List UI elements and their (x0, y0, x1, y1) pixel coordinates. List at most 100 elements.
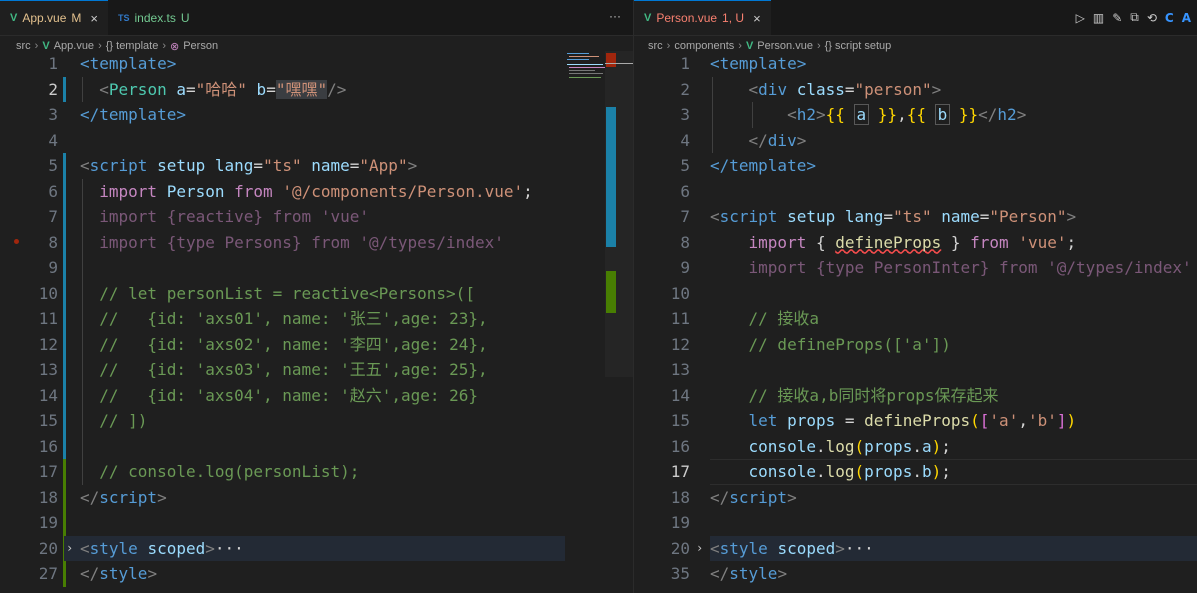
left-code-area[interactable]: 1 <template> 2 <Person a="哈哈" b="嘿嘿"/> 3 <… (0, 51, 633, 587)
open-preview-icon[interactable]: ⧉ (1130, 10, 1139, 25)
code-line: 3 </template> (0, 102, 633, 128)
tab-status-badge: U (180, 10, 190, 25)
typescript-file-icon: TS (117, 12, 130, 23)
tab-person-vue[interactable]: V Person.vue 1, U × (634, 0, 771, 35)
code-text: // {id: 'axs04', name: '赵六',age: 26} (99, 385, 479, 405)
line-number: 18 (38, 487, 58, 507)
code-text: // {id: 'axs03', name: '王五',age: 25}, (99, 360, 488, 379)
line-number: 15 (670, 411, 690, 430)
left-tab-bar: V App.vue M × TS index.ts U ··· (0, 0, 633, 36)
line-number: 18 (670, 487, 690, 507)
code-text: </style> (80, 564, 158, 583)
code-text: import {reactive} from 'vue' (99, 207, 369, 226)
code-line: 2 <div class="person"> (634, 77, 1197, 103)
code-line: 13 // {id: 'axs03', name: '王五',age: 25}, (0, 357, 633, 383)
code-line: 18 </script> (634, 485, 1197, 511)
code-text: <style scoped>··· (710, 538, 874, 558)
code-line: 13 (634, 357, 1197, 383)
code-text: // 接收a (748, 309, 820, 328)
code-text: <template> (710, 54, 807, 73)
editor-actions: ▷ ▥ ✎ ⧉ ⟲ C A (1076, 0, 1197, 35)
line-number: 2 (48, 79, 58, 99)
code-text: </template> (80, 105, 186, 124)
code-text: // {id: 'axs01', name: '张三',age: 23}, (99, 309, 488, 328)
code-text: import { defineProps } from 'vue'; (748, 232, 1077, 252)
line-number: 10 (670, 283, 690, 303)
code-text: </script> (710, 487, 797, 507)
code-text: import {type Persons} from '@/types/inde… (99, 232, 504, 252)
line-number: 6 (48, 181, 58, 201)
vue-file-icon: V (644, 12, 652, 24)
left-editor-group: V App.vue M × TS index.ts U ··· src › V … (0, 0, 634, 593)
line-number: 14 (670, 385, 690, 405)
copilot-icon[interactable]: C (1165, 11, 1174, 25)
chevron-right-icon[interactable]: › (696, 536, 703, 562)
code-line: 15 let props = defineProps(['a','b']) (634, 408, 1197, 434)
line-number: 13 (38, 360, 58, 379)
line-number: 17 (38, 462, 58, 481)
line-number: 8 (48, 232, 58, 252)
line-number: 16 (38, 436, 58, 456)
line-number: 27 (38, 564, 58, 583)
folded-ellipsis[interactable]: ··· (215, 539, 244, 558)
right-tab-bar: V Person.vue 1, U × ▷ ▥ ✎ ⧉ ⟲ C A (634, 0, 1197, 36)
code-text: </style> (710, 564, 788, 583)
code-line: 8 import {type Persons} from '@/types/in… (0, 230, 633, 256)
close-icon[interactable]: × (753, 11, 761, 26)
code-text: let props = defineProps(['a','b']) (748, 411, 1077, 430)
code-text: </div> (748, 130, 807, 150)
line-number: 19 (38, 513, 58, 532)
more-actions-icon[interactable]: ··· (609, 9, 621, 23)
line-number: 2 (680, 79, 690, 99)
code-line-folded: › 20 <style scoped>··· (634, 535, 1197, 562)
right-code-area[interactable]: 1 <template> 2 <div class="person"> 3 <h2… (634, 51, 1197, 587)
code-line: 14 // 接收a,b同时将props保存起来 (634, 383, 1197, 409)
code-line-current: 17 console.log(props.b); (634, 459, 1197, 485)
line-number: 3 (680, 105, 690, 124)
line-number: 6 (680, 181, 690, 201)
line-number: 4 (48, 130, 58, 150)
code-line: 12 // defineProps(['a']) (634, 332, 1197, 358)
close-icon[interactable]: × (90, 11, 98, 26)
vertical-scrollbar[interactable] (605, 51, 633, 377)
code-line: 1 <template> (0, 51, 633, 77)
code-line: 16 console.log(props.a); (634, 434, 1197, 460)
code-line: 19 (0, 510, 633, 536)
minimap[interactable] (565, 51, 607, 377)
line-number: 16 (670, 436, 690, 456)
edit-icon[interactable]: ✎ (1112, 11, 1122, 25)
code-line: 1 <template> (634, 51, 1197, 77)
line-number: 3 (48, 105, 58, 124)
code-line: 7 <script setup lang="ts" name="Person"> (634, 204, 1197, 230)
line-number: 15 (38, 411, 58, 430)
code-line: 12 // {id: 'axs02', name: '李四',age: 24}, (0, 332, 633, 358)
line-number: 5 (48, 156, 58, 175)
code-text: <style scoped>··· (80, 538, 244, 558)
code-text: <Person a="哈哈" b="嘿嘿"/> (99, 79, 347, 99)
compare-icon[interactable]: ⟲ (1147, 11, 1157, 25)
split-editor-icon[interactable]: ▥ (1093, 11, 1104, 25)
code-text: <script setup lang="ts" name="App"> (80, 156, 418, 175)
code-line: 16 (0, 434, 633, 460)
code-line: 14 // {id: 'axs04', name: '赵六',age: 26} (0, 383, 633, 409)
code-line: 3 <h2>{{ a }},{{ b }}</h2> (634, 102, 1197, 128)
run-icon[interactable]: ▷ (1076, 11, 1085, 25)
line-number: 35 (670, 564, 690, 583)
chevron-right-icon[interactable]: › (66, 536, 73, 562)
code-line-folded: › 20 <style scoped>··· (0, 535, 633, 562)
code-line: 18 </script> (0, 485, 633, 511)
folded-ellipsis[interactable]: ··· (845, 539, 874, 558)
tab-app-vue[interactable]: V App.vue M × (0, 0, 108, 35)
extension-icon[interactable]: A (1182, 11, 1191, 25)
line-number: 9 (680, 258, 690, 277)
code-line: 35 </style> (634, 561, 1197, 587)
line-number: 4 (680, 130, 690, 150)
code-line: 2 <Person a="哈哈" b="嘿嘿"/> (0, 77, 633, 103)
code-line: 11 // 接收a (634, 306, 1197, 332)
code-line: 4 (0, 128, 633, 154)
tab-index-ts[interactable]: TS index.ts U (108, 0, 200, 35)
line-number: 12 (670, 334, 690, 354)
code-line: 6 (634, 179, 1197, 205)
tab-status-badge: M (71, 11, 82, 25)
code-text: // ]) (99, 411, 148, 430)
